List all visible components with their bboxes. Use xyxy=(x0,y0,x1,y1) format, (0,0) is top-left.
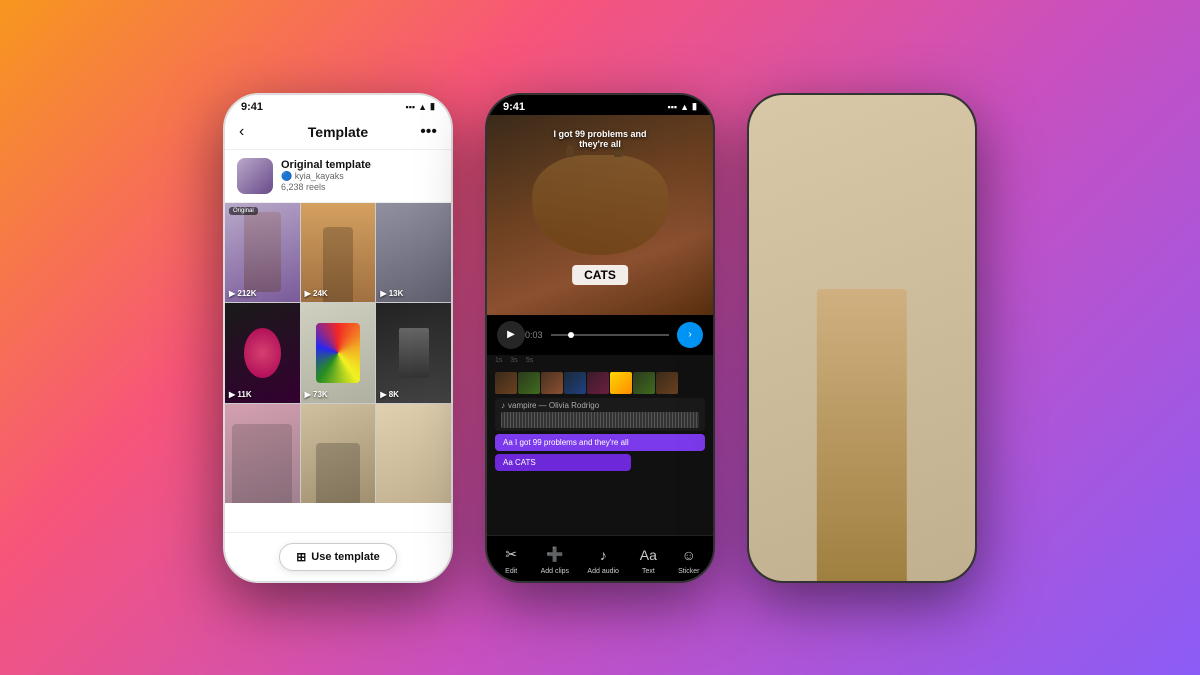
trending-grid xyxy=(759,346,965,481)
clip-2[interactable] xyxy=(541,372,563,394)
video-controls: ▶ 0:03 › xyxy=(487,315,713,355)
cell-views-4: ▶ 73K xyxy=(305,390,328,399)
grid-cell-5[interactable]: ▶ 8K xyxy=(376,303,451,403)
clip-0[interactable] xyxy=(495,372,517,394)
text-track-1[interactable]: Aa I got 99 problems and they're all xyxy=(495,434,705,451)
cats-label: CATS xyxy=(572,265,628,285)
audio-waveform xyxy=(501,412,699,428)
clip-5[interactable] xyxy=(610,372,632,394)
video-caption-line2: they're all xyxy=(553,139,646,149)
clip-7[interactable] xyxy=(656,372,678,394)
add-audio-icon: ♪ xyxy=(592,544,614,566)
template-icon: ⊞ xyxy=(296,550,306,564)
video-caption-line1: I got 99 problems and xyxy=(553,129,646,139)
text-track-2-label: Aa CATS xyxy=(503,458,623,467)
video-inner: I got 99 problems and they're all CATS xyxy=(487,115,713,315)
cell-views-5: ▶ 8K xyxy=(380,390,399,399)
add-clips-tool[interactable]: ➕ Add clips xyxy=(541,544,569,575)
phone1-status-icons: ▪▪▪ ▲ ▮ xyxy=(406,101,435,112)
edit-icon: ✂ xyxy=(500,544,522,566)
grid-cell-6[interactable] xyxy=(225,404,300,504)
text-label: Text xyxy=(642,568,655,575)
trending-card-2[interactable] xyxy=(864,346,965,481)
phones-container: 9:41 ▪▪▪ ▲ ▮ ‹ Template ••• Original tem… xyxy=(0,0,1200,675)
audio-label: ♪ vampire — Olivia Rodrigo xyxy=(501,401,699,410)
profile-info: Original template 🔵 kyia_kayaks 6,238 re… xyxy=(281,159,439,192)
profile-row[interactable]: Original template 🔵 kyia_kayaks 6,238 re… xyxy=(225,150,451,203)
phone-template: 9:41 ▪▪▪ ▲ ▮ ‹ Template ••• Original tem… xyxy=(223,93,453,583)
profile-handle: 🔵 kyia_kayaks xyxy=(281,171,344,182)
add-clips-label: Add clips xyxy=(541,568,569,575)
grid-layout: Original ▶ 212K ▶ 24K ▶ 13K xyxy=(225,203,451,504)
phone1-time: 9:41 xyxy=(241,101,263,113)
next-button[interactable]: › xyxy=(677,322,703,348)
grid-cell-4[interactable]: ▶ 73K xyxy=(301,303,376,403)
video-preview: I got 99 problems and they're all CATS xyxy=(487,115,713,315)
phone1-header: ‹ Template ••• xyxy=(225,115,451,150)
profile-name: Original template xyxy=(281,159,439,171)
sticker-label: Sticker xyxy=(678,568,699,575)
back-icon[interactable]: ‹ xyxy=(239,123,244,141)
audio-track[interactable]: ♪ vampire — Olivia Rodrigo xyxy=(495,398,705,431)
grid-cell-7[interactable] xyxy=(301,404,376,504)
timeline-ruler: 1s 3s 5s xyxy=(487,355,713,366)
clip-1[interactable] xyxy=(518,372,540,394)
phone2-content: I got 99 problems and they're all CATS ▶… xyxy=(487,115,713,581)
sticker-tool[interactable]: ☺ Sticker xyxy=(678,544,700,575)
cell-views-1: ▶ 24K xyxy=(305,289,328,298)
text-track-2[interactable]: Aa CATS xyxy=(495,454,631,471)
timeline-bar[interactable] xyxy=(551,334,669,336)
text-track-1-label: Aa I got 99 problems and they're all xyxy=(503,438,697,447)
use-template-bar: ⊞ Use template xyxy=(225,532,451,581)
use-template-button[interactable]: ⊞ Use template xyxy=(279,543,397,571)
phone1-content: ‹ Template ••• Original template 🔵 kyia_… xyxy=(225,115,451,581)
reels-grid: Original ▶ 212K ▶ 24K ▶ 13K xyxy=(225,203,451,532)
browse-content: Recommended templates okay_kaiden_459 xyxy=(749,148,975,581)
original-badge: Original xyxy=(229,207,258,215)
phone2-time: 9:41 xyxy=(503,101,525,113)
clip-3[interactable] xyxy=(564,372,586,394)
text-tool[interactable]: Aa Text xyxy=(637,544,659,575)
phone1-status-bar: 9:41 ▪▪▪ ▲ ▮ xyxy=(225,95,451,115)
add-clips-icon: ➕ xyxy=(544,544,566,566)
editor-timeline: ♪ vampire — Olivia Rodrigo Aa I got 99 p… xyxy=(487,366,713,535)
edit-tool[interactable]: ✂ Edit xyxy=(500,544,522,575)
phone-editor: 9:41 ▪▪▪ ▲ ▮ I got 99 problems and xyxy=(485,93,715,583)
text-icon: Aa xyxy=(637,544,659,566)
grid-cell-1[interactable]: ▶ 24K xyxy=(301,203,376,303)
profile-reels-count: 6,238 reels xyxy=(281,182,326,192)
sticker-icon: ☺ xyxy=(678,544,700,566)
avatar xyxy=(237,158,273,194)
phone-browse: 9:41 ▪▪▪ ▲ ▮ ✕ Browse templates Recommen… xyxy=(747,93,977,583)
time-label: 0:03 xyxy=(525,330,543,340)
phone3-content: ✕ Browse templates Recommended templates xyxy=(749,115,975,581)
grid-cell-original[interactable]: Original ▶ 212K xyxy=(225,203,300,303)
editor-toolbar: ✂ Edit ➕ Add clips ♪ Add audio Aa Text ☺ xyxy=(487,535,713,581)
edit-label: Edit xyxy=(505,568,517,575)
phone2-status-bar: 9:41 ▪▪▪ ▲ ▮ xyxy=(487,95,713,115)
clips-track xyxy=(487,372,713,394)
cell-views-3: ▶ 11K xyxy=(229,390,252,399)
more-icon[interactable]: ••• xyxy=(420,123,437,141)
cell-views-2: ▶ 13K xyxy=(380,289,403,298)
add-audio-label: Add audio xyxy=(587,568,619,575)
clip-6[interactable] xyxy=(633,372,655,394)
page-title: Template xyxy=(308,124,368,140)
use-template-label: Use template xyxy=(311,551,379,563)
timeline-indicator xyxy=(568,332,574,338)
clip-4[interactable] xyxy=(587,372,609,394)
grid-cell-2[interactable]: ▶ 13K xyxy=(376,203,451,303)
cell-views-0: ▶ 212K xyxy=(229,289,257,298)
add-audio-tool[interactable]: ♪ Add audio xyxy=(587,544,619,575)
grid-cell-8[interactable] xyxy=(376,404,451,504)
grid-cell-3[interactable]: ▶ 11K xyxy=(225,303,300,403)
play-button[interactable]: ▶ xyxy=(497,321,525,349)
